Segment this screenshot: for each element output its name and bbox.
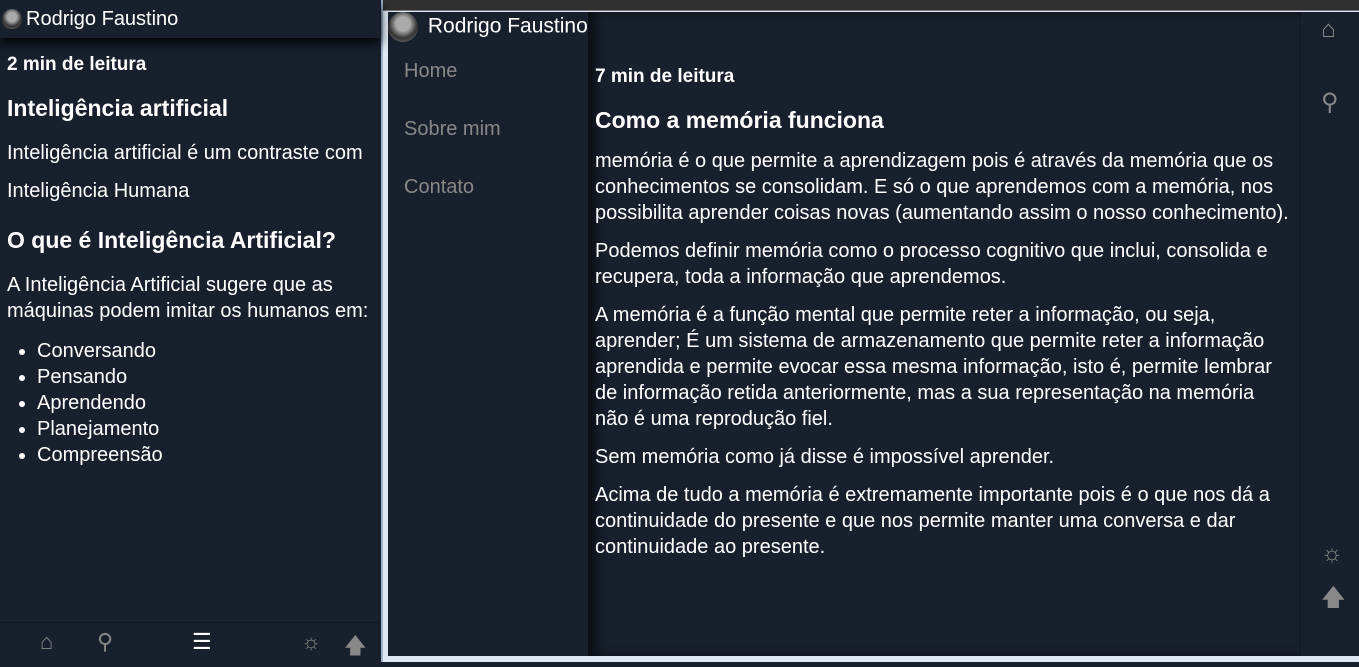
article-title: Como a memória funciona bbox=[595, 107, 884, 133]
author-name[interactable]: Rodrigo Faustino bbox=[26, 8, 178, 31]
paragraph: memória é o que permite a aprendizagem p… bbox=[595, 150, 1289, 224]
article: 2 min de leitura Inteligência artificial… bbox=[0, 38, 380, 482]
footer-toolbar: ⌂ ⚲ ☰ ☼ 🡅 bbox=[0, 622, 380, 662]
menu-icon[interactable]: ☰ bbox=[192, 629, 212, 655]
title-bar bbox=[383, 0, 1359, 11]
article: 7 min de leitura Como a memória funciona… bbox=[588, 12, 1300, 656]
avatar bbox=[2, 9, 22, 29]
brand[interactable]: Rodrigo Faustino bbox=[388, 12, 588, 42]
search-icon[interactable]: ⚲ bbox=[1321, 88, 1339, 117]
paragraph: A memória é a função mental que permite … bbox=[595, 304, 1272, 430]
list-item: Compreensão bbox=[37, 442, 373, 468]
arrow-up-icon[interactable]: 🡅 bbox=[344, 629, 367, 667]
list-item: Pensando bbox=[37, 364, 373, 390]
search-icon[interactable]: ⚲ bbox=[97, 629, 113, 655]
left-window: Rodrigo Faustino 2 min de leitura Inteli… bbox=[0, 0, 380, 662]
paragraph: Inteligência Humana bbox=[7, 180, 190, 202]
theme-icon[interactable]: ☼ bbox=[301, 629, 321, 655]
nav-home[interactable]: Home bbox=[388, 42, 588, 100]
side-rail: ⌂ ⚲ ☼ 🡅 bbox=[1300, 12, 1359, 656]
list-item: Conversando bbox=[37, 338, 373, 364]
right-window: Rodrigo Faustino Home Sobre mim Contato … bbox=[381, 0, 1359, 662]
list-item: Planejamento bbox=[37, 416, 373, 442]
nav-contact[interactable]: Contato bbox=[388, 158, 588, 216]
theme-icon[interactable]: ☼ bbox=[1321, 540, 1343, 568]
list: Conversando Pensando Aprendendo Planejam… bbox=[37, 338, 373, 468]
nav-about[interactable]: Sobre mim bbox=[388, 100, 588, 158]
home-icon[interactable]: ⌂ bbox=[40, 629, 53, 655]
reading-time: 2 min de leitura bbox=[7, 54, 147, 75]
paragraph: A Inteligência Artificial sugere que as … bbox=[7, 274, 369, 322]
home-icon[interactable]: ⌂ bbox=[1321, 16, 1336, 44]
section-title: O que é Inteligência Artificial? bbox=[7, 227, 336, 253]
sidebar: Rodrigo Faustino Home Sobre mim Contato bbox=[388, 12, 588, 656]
paragraph: Sem memória como já disse é impossível a… bbox=[595, 446, 1055, 468]
author-name: Rodrigo Faustino bbox=[427, 14, 588, 38]
article-title: Inteligência artificial bbox=[7, 95, 229, 121]
header: Rodrigo Faustino bbox=[0, 0, 380, 38]
reading-time: 7 min de leitura bbox=[595, 66, 735, 87]
avatar bbox=[388, 12, 418, 42]
arrow-up-icon[interactable]: 🡅 bbox=[1321, 580, 1346, 621]
paragraph: Podemos definir memória como o processo … bbox=[595, 240, 1268, 288]
paragraph: Inteligência artificial é um contraste c… bbox=[7, 142, 363, 164]
paragraph: Acima de tudo a memória é extremamente i… bbox=[595, 484, 1270, 558]
list-item: Aprendendo bbox=[37, 390, 373, 416]
